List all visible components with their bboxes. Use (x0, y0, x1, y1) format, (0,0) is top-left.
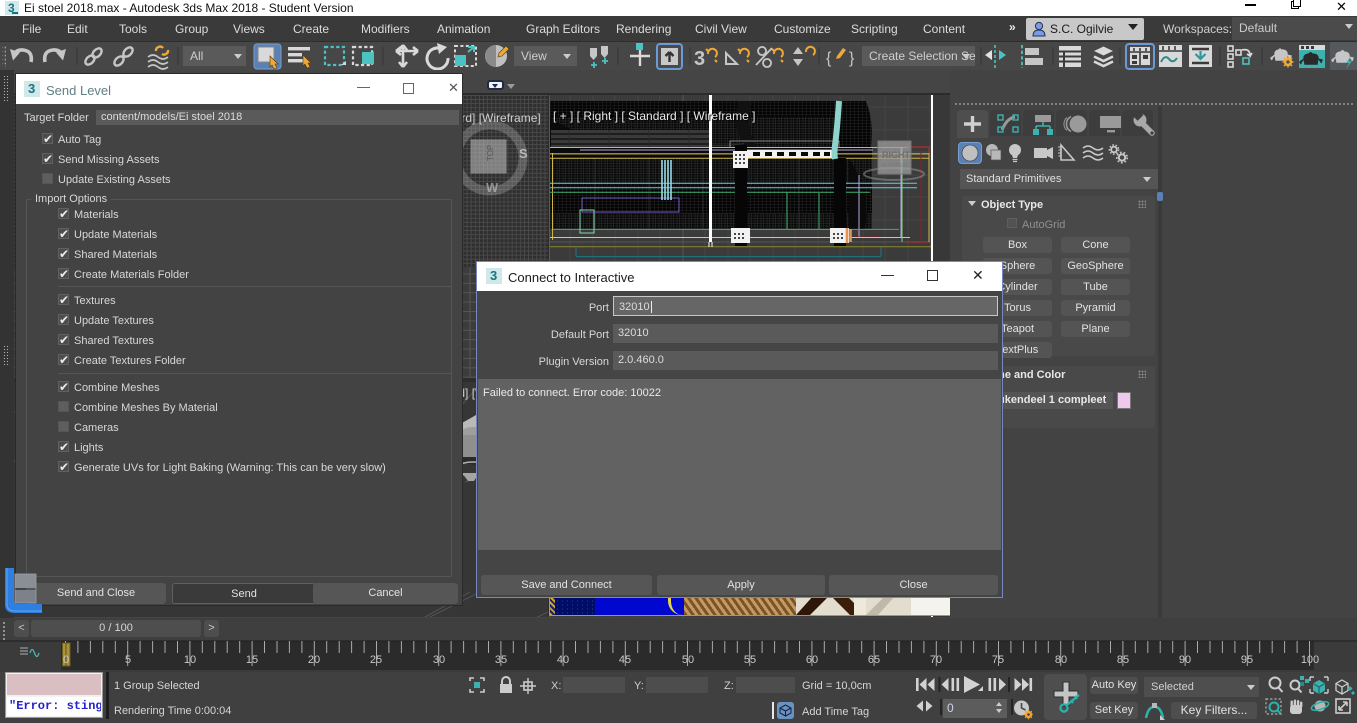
svg-text:Create Selection Se: Create Selection Se (869, 49, 976, 63)
svg-text:}: } (849, 50, 855, 67)
svg-text:View: View (521, 49, 547, 63)
svg-text:{: { (826, 50, 832, 67)
svg-text:3: 3 (694, 48, 705, 70)
svg-text:W: W (486, 180, 499, 195)
svg-text:AUTODESK: AUTODESK (882, 163, 910, 169)
svg-text:TOP: TOP (486, 145, 495, 161)
svg-text:S: S (519, 146, 528, 161)
svg-text:All: All (190, 49, 203, 63)
svg-text:RIGHT: RIGHT (882, 150, 911, 160)
